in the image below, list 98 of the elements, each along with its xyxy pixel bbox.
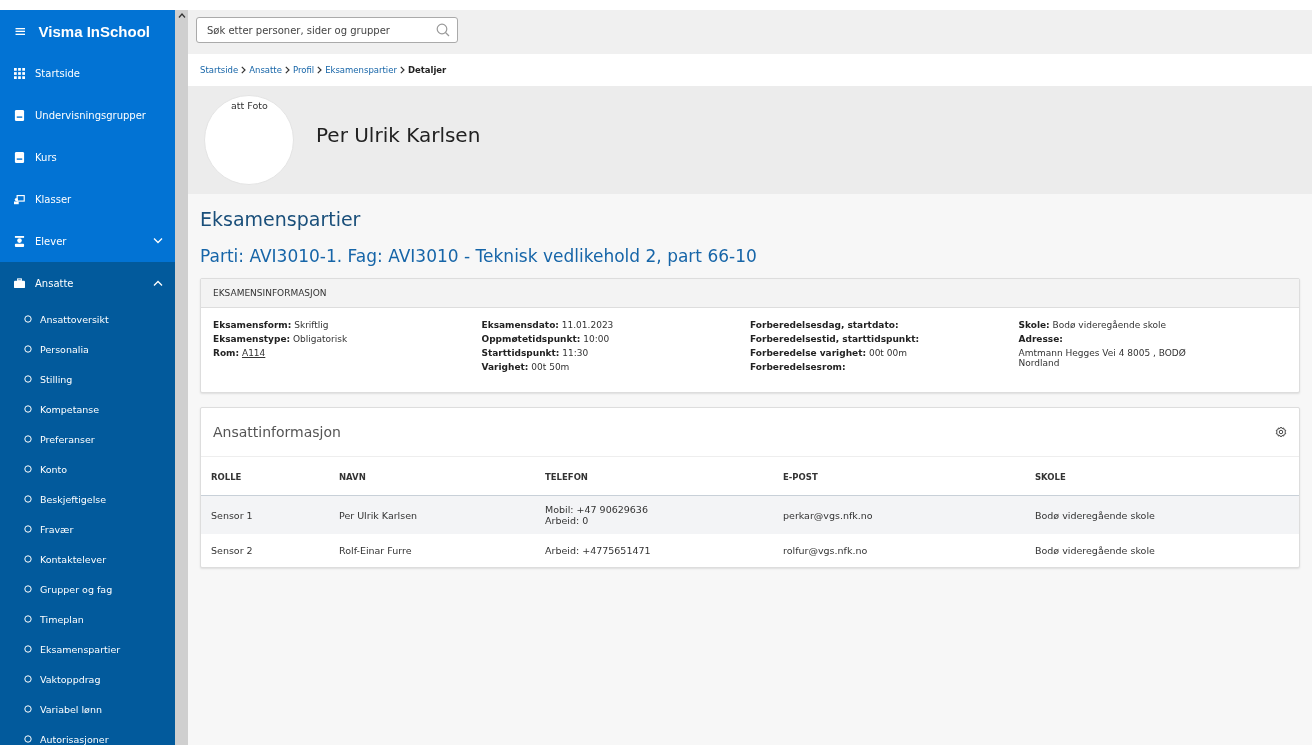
page-title: Eksamenspartier [200, 208, 362, 230]
circle-icon [24, 705, 32, 713]
breadcrumb-link[interactable]: Startside [200, 65, 239, 75]
info-field: Forberedelsesrom: [750, 362, 1019, 372]
breadcrumb-link[interactable]: Eksamenspartier [325, 65, 397, 75]
chevron-right-icon [317, 66, 323, 74]
breadcrumb-link[interactable]: Ansatte [249, 65, 282, 75]
table-cell: Bodø videregående skole [1027, 495, 1299, 534]
circle-icon [24, 675, 32, 683]
info-field: Rom: A114 [213, 348, 482, 358]
sidebar-subitem[interactable]: Kontaktelever [0, 544, 175, 574]
room-link[interactable]: A114 [241, 348, 266, 358]
info-field: Oppmøtetidspunkt: 10:00 [481, 334, 750, 344]
sidebar-item[interactable]: Startside [0, 52, 175, 94]
info-field: Skole: Bodø videregående skole [1018, 320, 1287, 330]
table-cell: perkar@vgs.nfk.no [775, 495, 1027, 534]
briefcase-icon [14, 277, 25, 289]
book-icon [14, 109, 25, 121]
sidebar-subitem[interactable]: Stilling [0, 364, 175, 394]
page-subtitle: Parti: AVI3010-1. Fag: AVI3010 - Teknisk vedlikehold 2, part 66-10 [200, 246, 758, 266]
card-header: EKSAMENSINFORMASJON [201, 279, 1299, 308]
sidebar-subitem[interactable]: Konto [0, 454, 175, 484]
search-icon[interactable] [436, 23, 450, 37]
photo-label: att Foto [231, 100, 268, 111]
sidebar-item[interactable]: Elever [0, 220, 175, 262]
circle-icon [24, 645, 32, 653]
table-cell: Per Ulrik Karlsen [331, 495, 537, 534]
sidebar-subitem[interactable]: Autorisasjoner [0, 724, 175, 745]
column-header[interactable]: NAVN [331, 457, 537, 496]
sidebar-subitem[interactable]: Beskjeftigelse [0, 484, 175, 514]
table-cell: Mobil: +47 90629636 Arbeid: 0 [537, 495, 775, 534]
scrollbar[interactable] [175, 10, 188, 745]
app-title: Visma InSchool [38, 22, 150, 40]
column-header[interactable]: E-POST [775, 457, 1027, 496]
sidebar-subitem[interactable]: Kompetanse [0, 394, 175, 424]
settings-icon[interactable] [1275, 426, 1287, 438]
info-field: Forberedelsestid, starttidspunkt: [750, 334, 1019, 344]
column-header[interactable]: SKOLE [1027, 457, 1299, 496]
sidebar-subitem[interactable]: Personalia [0, 334, 175, 364]
info-field: Eksamenstype: Obligatorisk [213, 334, 482, 344]
table-cell: rolfur@vgs.nfk.no [775, 534, 1027, 567]
book-icon [14, 151, 25, 163]
sidebar-subitem[interactable]: Grupper og fag [0, 574, 175, 604]
sidebar-item[interactable]: Ansatte [0, 262, 175, 304]
sidebar-subitem[interactable]: Fravær [0, 514, 175, 544]
circle-icon [24, 435, 32, 443]
info-field: Eksamensform: Skriftlig [213, 320, 482, 330]
sidebar-subitem[interactable]: Timeplan [0, 604, 175, 634]
sidebar-item[interactable]: Kurs [0, 136, 175, 178]
breadcrumb-link[interactable]: Profil [292, 65, 315, 75]
circle-icon [24, 585, 32, 593]
info-field: Adresse: [1018, 334, 1287, 344]
sidebar-subitem[interactable]: Vaktoppdrag [0, 664, 175, 694]
table-cell: Arbeid: +4775651471 [537, 534, 775, 567]
table-cell: Sensor 2 [201, 534, 331, 567]
circle-icon [24, 315, 32, 323]
sidebar-item[interactable]: Undervisningsgrupper [0, 94, 175, 136]
circle-icon [24, 375, 32, 383]
person-name: Per Ulrik Karlsen [316, 123, 481, 147]
circle-icon [24, 615, 32, 623]
sidebar-subitem[interactable]: Ansattoversikt [0, 304, 175, 334]
sidebar-item[interactable]: Klasser [0, 178, 175, 220]
info-field: Forberedelsesdag, startdato: [750, 320, 1019, 330]
table-row[interactable]: Sensor 2 Rolf-Einar Furre Arbeid: +4775651471 rolfur@vgs.nfk.no Bodø videregående skole [201, 534, 1299, 567]
info-field: Varighet: 00t 50m [481, 362, 750, 372]
chevron-up-icon[interactable] [153, 280, 163, 286]
menu-icon[interactable]: ≡ [14, 22, 27, 40]
info-field: Starttidspunkt: 11:30 [481, 348, 750, 358]
sidebar-subitem[interactable]: Preferanser [0, 424, 175, 454]
student-icon [14, 235, 25, 247]
info-field: Eksamensdato: 11.01.2023 [481, 320, 750, 330]
circle-icon [24, 465, 32, 473]
circle-icon [24, 555, 32, 563]
table-row[interactable]: Sensor 1 Per Ulrik Karlsen Mobil: +47 90629636 Arbeid: 0 perkar@vgs.nfk.no Bodø videregående skole [201, 495, 1299, 534]
table-cell: Bodø videregående skole [1027, 534, 1299, 567]
card-title: Ansattinformasjon [213, 424, 341, 440]
column-header[interactable]: ROLLE [201, 457, 331, 496]
search-field[interactable]: Søk etter personer, sider og grupper [196, 17, 458, 43]
chevron-right-icon [241, 66, 247, 74]
sidebar-subitem[interactable]: Eksamenspartier [0, 634, 175, 664]
address-text: Amtmann Hegges Vei 4 8005 , BODØ Nordland [1018, 348, 1187, 368]
info-field: Forberedelse varighet: 00t 00m [750, 348, 1019, 358]
grid-icon [14, 67, 25, 79]
circle-icon [24, 345, 32, 353]
scroll-up-icon[interactable] [177, 13, 186, 18]
column-header[interactable]: TELEFON [537, 457, 775, 496]
circle-icon [24, 495, 32, 503]
chevron-right-icon [399, 66, 405, 74]
circle-icon [24, 525, 32, 533]
circle-icon [24, 405, 32, 413]
circle-icon [24, 735, 32, 743]
board-icon [14, 193, 25, 205]
sidebar-subitem[interactable]: Variabel lønn [0, 694, 175, 724]
chevron-right-icon [284, 66, 290, 74]
chevron-down-icon[interactable] [153, 238, 163, 244]
table-cell: Sensor 1 [201, 495, 331, 534]
table-cell: Rolf-Einar Furre [331, 534, 537, 567]
breadcrumb-link[interactable]: Detaljer [407, 65, 447, 75]
